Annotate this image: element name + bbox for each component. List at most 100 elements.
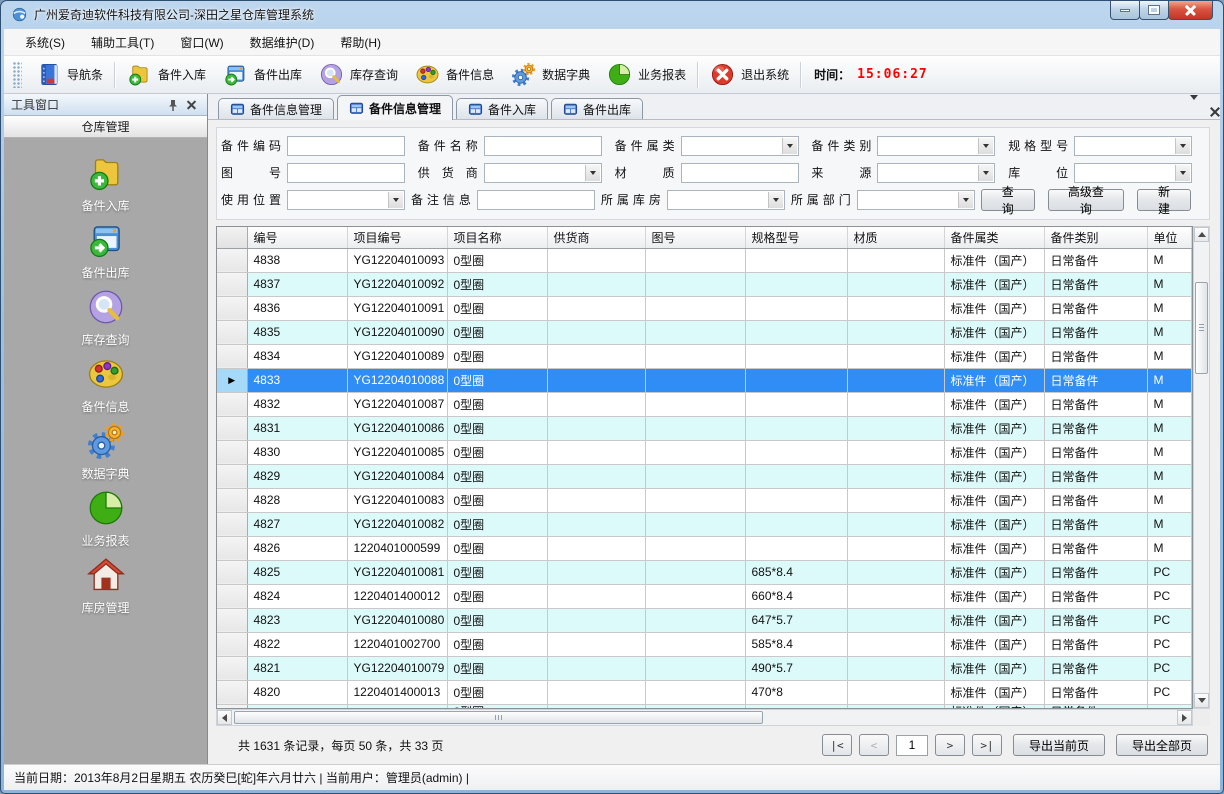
source-select[interactable]: [877, 163, 995, 183]
row-indicator[interactable]: [217, 344, 247, 368]
column-header-id[interactable]: 编号: [247, 227, 347, 248]
table-row[interactable]: 4828YG122040100830型圈标准件（国产）日常备件M: [217, 488, 1192, 512]
row-indicator[interactable]: ▶: [217, 368, 247, 392]
tab-list-button[interactable]: [1190, 100, 1198, 114]
material-input[interactable]: [681, 163, 799, 183]
dropdown-button[interactable]: [585, 165, 600, 181]
table-row[interactable]: 4836YG122040100910型圈标准件（国产）日常备件M: [217, 296, 1192, 320]
tab-spare-in[interactable]: 备件入库: [456, 98, 548, 119]
scroll-track[interactable]: [232, 710, 1177, 725]
menu-system[interactable]: 系统(S): [12, 30, 78, 55]
dropdown-button[interactable]: [978, 165, 993, 181]
column-header-drawing-no[interactable]: 图号: [645, 227, 745, 248]
spare-category-select[interactable]: [681, 136, 799, 156]
query-button[interactable]: 查询: [981, 189, 1035, 211]
tab-spare-info-mgmt-2[interactable]: 备件信息管理: [337, 95, 453, 120]
menu-tools[interactable]: 辅助工具(T): [78, 30, 167, 55]
row-indicator[interactable]: [217, 392, 247, 416]
stock-query-button[interactable]: 库存查询: [310, 58, 406, 91]
export-current-page-button[interactable]: 导出当前页: [1013, 734, 1105, 756]
table-row[interactable]: 4831YG122040100860型圈标准件（国产）日常备件M: [217, 416, 1192, 440]
dropdown-button[interactable]: [1175, 138, 1190, 154]
navbar-button[interactable]: 导航条: [27, 58, 111, 91]
row-indicator[interactable]: [217, 272, 247, 296]
title-bar[interactable]: 广州爱奇迪软件科技有限公司-深田之星仓库管理系统: [1, 1, 1223, 28]
dropdown-button[interactable]: [782, 138, 797, 154]
sidebar-item-data-dict[interactable]: 数据字典: [41, 420, 171, 487]
spare-out-button[interactable]: 备件出库: [214, 58, 310, 91]
toolbar-grip-handle[interactable]: [13, 62, 22, 88]
menu-help[interactable]: 帮助(H): [327, 30, 394, 55]
spec-model-select[interactable]: [1074, 136, 1192, 156]
row-indicator[interactable]: [217, 608, 247, 632]
advanced-query-button[interactable]: 高级查询: [1048, 189, 1124, 211]
next-page-button[interactable]: >: [935, 734, 965, 756]
table-row[interactable]: 4821YG122040100790型圈490*5.7标准件（国产）日常备件PC: [217, 656, 1192, 680]
column-header-material[interactable]: 材质: [847, 227, 944, 248]
column-header-project-no[interactable]: 项目编号: [347, 227, 447, 248]
menu-data-maintenance[interactable]: 数据维护(D): [237, 30, 328, 55]
supplier-select[interactable]: [484, 163, 602, 183]
row-indicator[interactable]: [217, 248, 247, 272]
sidebar-item-report[interactable]: 业务报表: [41, 487, 171, 554]
prev-page-button[interactable]: <: [859, 734, 889, 756]
row-indicator[interactable]: [217, 536, 247, 560]
pin-button[interactable]: [164, 97, 182, 113]
column-header-type[interactable]: 备件类别: [1044, 227, 1147, 248]
horizontal-scrollbar[interactable]: [216, 709, 1193, 726]
scroll-thumb[interactable]: [1195, 282, 1208, 374]
warehouse-select[interactable]: [667, 190, 785, 210]
scroll-left-button[interactable]: [217, 710, 232, 725]
table-row[interactable]: 4830YG122040100850型圈标准件（国产）日常备件M: [217, 440, 1192, 464]
row-indicator[interactable]: [217, 320, 247, 344]
column-header-category[interactable]: 备件属类: [944, 227, 1044, 248]
spare-name-input[interactable]: [484, 136, 602, 156]
table-row[interactable]: 4838YG122040100930型圈标准件（国产）日常备件M: [217, 248, 1192, 272]
sidebar-item-spare-in[interactable]: 备件入库: [41, 152, 171, 219]
report-button[interactable]: 业务报表: [598, 58, 694, 91]
scroll-thumb[interactable]: [234, 711, 763, 724]
dropdown-button[interactable]: [958, 192, 973, 208]
dropdown-button[interactable]: [1175, 165, 1190, 181]
data-dict-button[interactable]: 数据字典: [502, 58, 598, 91]
tab-spare-info-mgmt-1[interactable]: 备件信息管理: [218, 98, 334, 119]
row-indicator[interactable]: [217, 656, 247, 680]
sidebar-item-spare-out[interactable]: 备件出库: [41, 219, 171, 286]
table-row[interactable]: 4834YG122040100890型圈标准件（国产）日常备件M: [217, 344, 1192, 368]
column-header-project-name[interactable]: 项目名称: [447, 227, 547, 248]
table-row[interactable]: 4837YG122040100920型圈标准件（国产）日常备件M: [217, 272, 1192, 296]
sidebar-item-warehouse-mgmt[interactable]: 库房管理: [41, 554, 171, 621]
location-select[interactable]: [1074, 163, 1192, 183]
row-indicator[interactable]: [217, 440, 247, 464]
remark-input[interactable]: [477, 190, 595, 210]
row-indicator[interactable]: [217, 296, 247, 320]
row-indicator[interactable]: [217, 560, 247, 584]
row-indicator[interactable]: [217, 416, 247, 440]
column-header-supplier[interactable]: 供货商: [547, 227, 645, 248]
maximize-button[interactable]: [1139, 1, 1169, 20]
spare-info-button[interactable]: 备件信息: [406, 58, 502, 91]
table-row[interactable]: 482212204010027000型圈585*8.4标准件（国产）日常备件PC: [217, 632, 1192, 656]
menu-window[interactable]: 窗口(W): [167, 30, 236, 55]
vertical-scrollbar[interactable]: [1193, 226, 1210, 709]
export-all-pages-button[interactable]: 导出全部页: [1116, 734, 1208, 756]
scroll-up-button[interactable]: [1194, 227, 1209, 242]
row-indicator[interactable]: [217, 488, 247, 512]
table-row[interactable]: 482412204014000120型圈660*8.4标准件（国产）日常备件PC: [217, 584, 1192, 608]
sidebar-item-spare-info[interactable]: 备件信息: [41, 353, 171, 420]
column-header-spec-model[interactable]: 规格型号: [745, 227, 847, 248]
row-indicator[interactable]: [217, 632, 247, 656]
table-row[interactable]: 482612204010005990型圈标准件（国产）日常备件M: [217, 536, 1192, 560]
dropdown-button[interactable]: [978, 138, 993, 154]
sidebar-group-header[interactable]: 仓库管理: [4, 116, 207, 138]
table-row[interactable]: 4835YG122040100900型圈标准件（国产）日常备件M: [217, 320, 1192, 344]
column-header-unit[interactable]: 单位: [1147, 227, 1192, 248]
table-row[interactable]: 4829YG122040100840型圈标准件（国产）日常备件M: [217, 464, 1192, 488]
first-page-button[interactable]: |<: [822, 734, 852, 756]
dropdown-button[interactable]: [388, 192, 403, 208]
tab-spare-out[interactable]: 备件出库: [551, 98, 643, 119]
spare-in-button[interactable]: 备件入库: [118, 58, 214, 91]
exit-button[interactable]: 退出系统: [701, 58, 797, 91]
last-page-button[interactable]: >|: [972, 734, 1002, 756]
table-row[interactable]: 4827YG122040100820型圈标准件（国产）日常备件M: [217, 512, 1192, 536]
